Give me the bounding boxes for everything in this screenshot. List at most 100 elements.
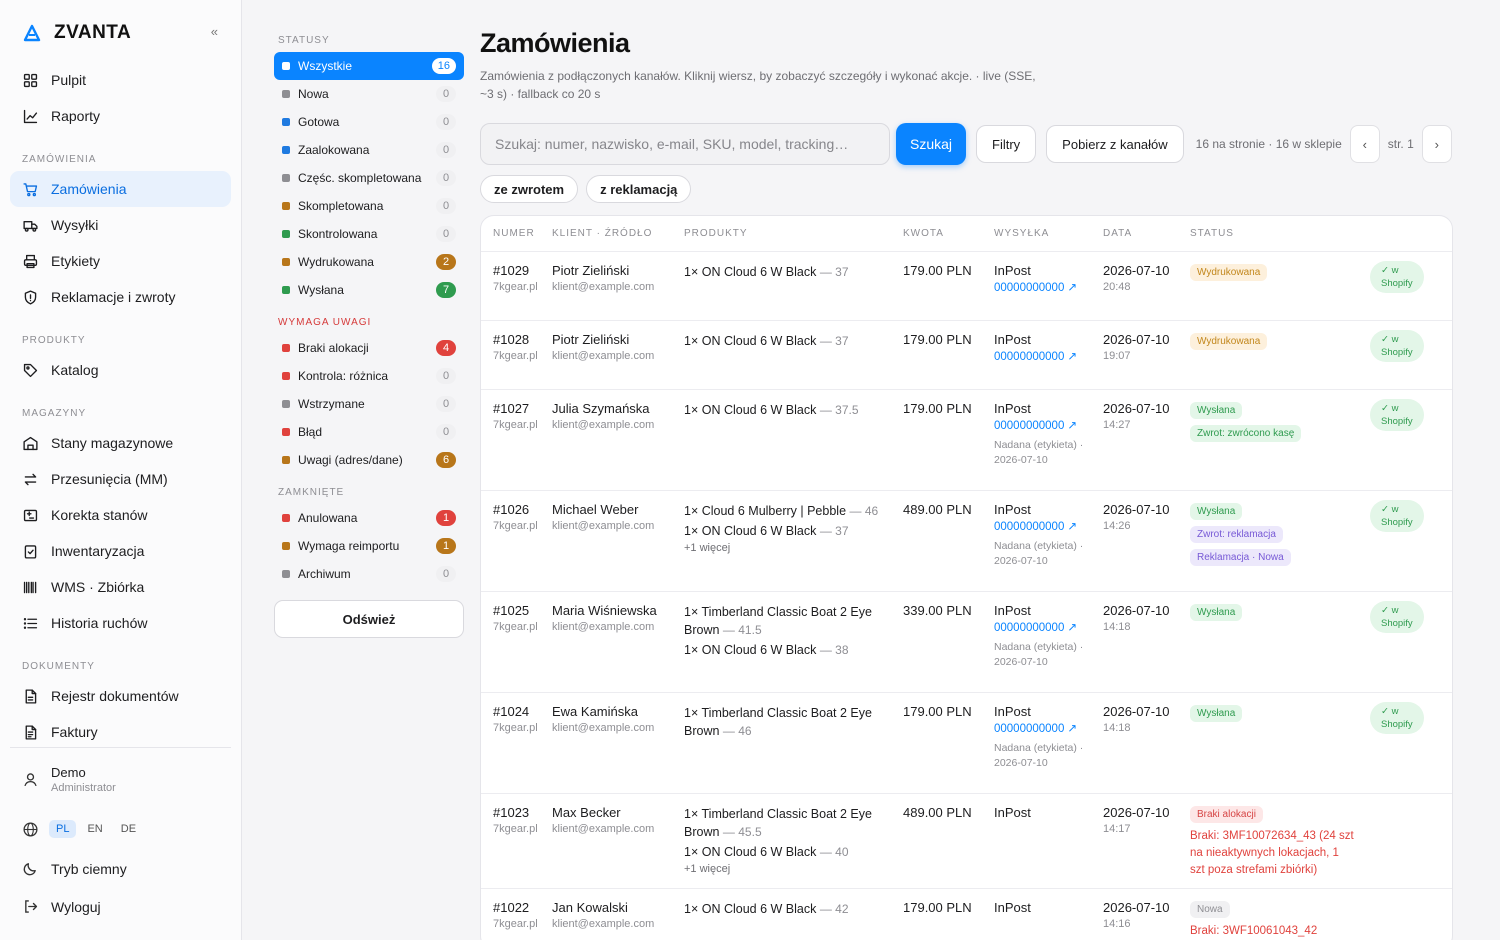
- sidebar-item-historia-ruchow[interactable]: Historia ruchów: [10, 605, 231, 641]
- lang-pl[interactable]: PL: [49, 820, 77, 838]
- status-filter-archiwum[interactable]: Archiwum 0: [274, 560, 464, 588]
- status-color-dot: [282, 174, 290, 182]
- sidebar-item-faktury[interactable]: Faktury: [10, 714, 231, 750]
- status-color-dot: [282, 146, 290, 154]
- sidebar-item-stany-magazynowe[interactable]: Stany magazynowe: [10, 425, 231, 461]
- status-filter-nowa[interactable]: Nowa 0: [274, 80, 464, 108]
- status-filter-wymaga-reimportu[interactable]: Wymaga reimportu 1: [274, 532, 464, 560]
- tracking-link[interactable]: 00000000000 ↗: [994, 520, 1089, 535]
- sidebar-item-rejestr-dokumentow[interactable]: Rejestr dokumentów: [10, 678, 231, 714]
- status-filter-wstrzymane[interactable]: Wstrzymane 0: [274, 390, 464, 418]
- sidebar-item-przesuniecia-mm[interactable]: Przesunięcia (MM): [10, 461, 231, 497]
- order-amount: 179.00 PLN: [903, 332, 972, 347]
- logout-button[interactable]: Wyloguj: [22, 898, 101, 915]
- product-size: — 37.5: [819, 403, 859, 417]
- col-status[interactable]: STATUS: [1190, 228, 1370, 239]
- tracking-link[interactable]: 00000000000 ↗: [994, 350, 1089, 365]
- product-size: — 37: [819, 334, 849, 348]
- tracking-link[interactable]: 00000000000 ↗: [994, 621, 1089, 636]
- table-row[interactable]: #1029 7kgear.pl Piotr Zieliński klient@exa…: [481, 252, 1452, 321]
- tracking-link[interactable]: 00000000000 ↗: [994, 281, 1089, 296]
- status-filter-wyslana[interactable]: Wysłana 7: [274, 276, 464, 304]
- status-filter-kontrola-roznica[interactable]: Kontrola: różnica 0: [274, 362, 464, 390]
- table-row[interactable]: #1028 7kgear.pl Piotr Zieliński klient@exa…: [481, 321, 1452, 390]
- table-row[interactable]: #1026 7kgear.pl Michael Weber klient@examp…: [481, 491, 1452, 592]
- list-icon: [23, 617, 38, 629]
- chip-with-complaint[interactable]: z reklamacją: [586, 175, 692, 203]
- tracking-link[interactable]: 00000000000 ↗: [994, 722, 1089, 737]
- col-client[interactable]: KLIENT · ŹRÓDŁO: [552, 228, 684, 239]
- sidebar-item-pulpit[interactable]: Pulpit: [10, 62, 231, 98]
- col-shipping[interactable]: WYSYŁKA: [994, 228, 1103, 239]
- shopify-sync-badge: ✓ w Shopify: [1370, 500, 1424, 532]
- status-filter-czesc-skompletowana[interactable]: Częśc. skompletowana 0: [274, 164, 464, 192]
- status-count-badge: 0: [436, 424, 456, 440]
- more-products[interactable]: +1 więcej: [684, 542, 889, 554]
- sidebar-item-inwentaryzacja[interactable]: Inwentaryzacja: [10, 533, 231, 569]
- status-filter-gotowa[interactable]: Gotowa 0: [274, 108, 464, 136]
- sidebar-item-zamowienia[interactable]: Zamówienia: [10, 171, 231, 207]
- fetch-channels-button[interactable]: Pobierz z kanałów: [1046, 125, 1184, 163]
- invoice-icon: [25, 724, 37, 740]
- lang-en[interactable]: EN: [80, 820, 109, 838]
- sidebar-section-title: DOKUMENTY: [22, 661, 95, 672]
- sidebar-item-korekta-stanow[interactable]: Korekta stanów: [10, 497, 231, 533]
- sidebar-item-wysylki[interactable]: Wysyłki: [10, 207, 231, 243]
- sidebar-item-wms-zbiorka[interactable]: WMS · Zbiórka: [10, 569, 231, 605]
- status-filter-blad[interactable]: Błąd 0: [274, 418, 464, 446]
- shield-icon: [24, 289, 37, 305]
- more-products[interactable]: +1 więcej: [684, 863, 889, 875]
- sidebar-item-etykiety[interactable]: Etykiety: [10, 243, 231, 279]
- refresh-button[interactable]: Odśwież: [274, 600, 464, 638]
- product-name: 1× ON Cloud 6 W Black: [684, 902, 817, 916]
- status-filter-skompletowana[interactable]: Skompletowana 0: [274, 192, 464, 220]
- client-name: Max Becker: [552, 805, 621, 820]
- chip-with-return[interactable]: ze zwrotem: [480, 175, 579, 203]
- next-page-button[interactable]: ›: [1421, 125, 1452, 163]
- filters-button[interactable]: Filtry: [976, 125, 1037, 163]
- client-name: Ewa Kamińska: [552, 704, 638, 719]
- product-line: 1× Cloud 6 Mulberry | Pebble — 46: [684, 502, 889, 520]
- search-button[interactable]: Szukaj: [896, 123, 966, 165]
- user-profile[interactable]: Demo Administrator: [22, 765, 116, 794]
- dark-mode-toggle[interactable]: Tryb ciemny: [22, 860, 127, 877]
- client-email: klient@example.com: [552, 350, 655, 362]
- status-filter-skontrolowana[interactable]: Skontrolowana 0: [274, 220, 464, 248]
- lang-de[interactable]: DE: [114, 820, 143, 838]
- status-filter-wszystkie[interactable]: Wszystkie 16: [274, 52, 464, 80]
- product-name: 1× ON Cloud 6 W Black: [684, 334, 817, 348]
- tracking-link[interactable]: 00000000000 ↗: [994, 419, 1089, 434]
- sidebar-item-reklamacje-i-zwroty[interactable]: Reklamacje i zwroty: [10, 279, 231, 315]
- col-date[interactable]: DATA: [1103, 228, 1190, 239]
- status-label: Zaalokowana: [298, 143, 370, 157]
- search-input[interactable]: [480, 123, 890, 165]
- check-icon: ✓: [1381, 504, 1389, 515]
- status-filter-braki-alokacji[interactable]: Braki alokacji 4: [274, 334, 464, 362]
- collapse-sidebar-button[interactable]: «: [211, 24, 218, 39]
- col-amount[interactable]: KWOTA: [903, 228, 994, 239]
- status-filter-uwagi-adres-dane[interactable]: Uwagi (adres/dane) 6: [274, 446, 464, 474]
- allocation-error: Braki: 3WF10061043_42: [1190, 925, 1318, 937]
- sidebar-item-raporty[interactable]: Raporty: [10, 98, 231, 134]
- status-filter-zaalokowana[interactable]: Zaalokowana 0: [274, 136, 464, 164]
- status-filter-wydrukowana[interactable]: Wydrukowana 2: [274, 248, 464, 276]
- prev-page-button[interactable]: ‹: [1349, 125, 1380, 163]
- client-email: klient@example.com: [552, 520, 655, 532]
- table-row[interactable]: #1027 7kgear.pl Julia Szymańska klient@exa…: [481, 390, 1452, 491]
- col-products[interactable]: PRODUKTY: [684, 228, 903, 239]
- table-row[interactable]: #1024 7kgear.pl Ewa Kamińska klient@exampl…: [481, 693, 1452, 794]
- carrier: InPost: [994, 900, 1031, 915]
- table-row[interactable]: #1022 7kgear.pl Jan Kowalski klient@exampl…: [481, 889, 1452, 940]
- status-filter-anulowana[interactable]: Anulowana 1: [274, 504, 464, 532]
- col-number[interactable]: NUMER: [481, 228, 552, 239]
- client-name: Maria Wiśniewska: [552, 603, 657, 618]
- table-row[interactable]: #1023 7kgear.pl Max Becker klient@example.…: [481, 794, 1452, 889]
- order-source: 7kgear.pl: [493, 281, 538, 293]
- order-date: 2026-07-10: [1103, 502, 1170, 517]
- status-badge: Nowa: [1190, 901, 1230, 918]
- logo[interactable]: ZVANTA «: [22, 20, 222, 46]
- order-source: 7kgear.pl: [493, 722, 538, 734]
- sidebar-item-katalog[interactable]: Katalog: [10, 352, 231, 388]
- quick-filter-chips: ze zwrotem z reklamacją: [480, 175, 699, 203]
- table-row[interactable]: #1025 7kgear.pl Maria Wiśniewska klient@ex…: [481, 592, 1452, 693]
